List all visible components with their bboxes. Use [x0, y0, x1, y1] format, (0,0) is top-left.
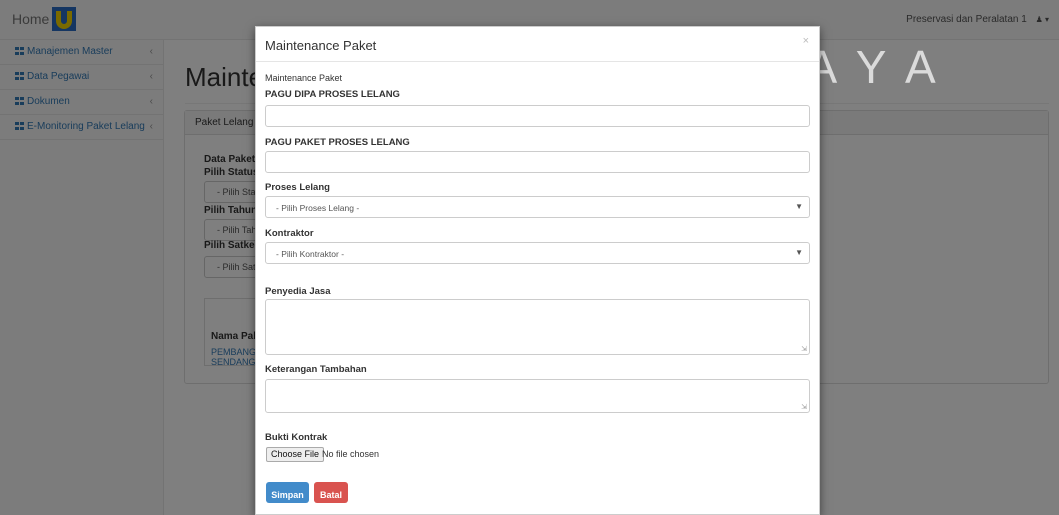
- pagu-dipa-input[interactable]: [265, 105, 810, 127]
- close-icon[interactable]: ×: [803, 35, 809, 47]
- modal-body: Maintenance Paket PAGU DIPA PROSES LELAN…: [265, 62, 810, 514]
- resize-handle-icon[interactable]: ⇲: [801, 403, 807, 411]
- keterangan-label: Keterangan Tambahan: [265, 364, 367, 375]
- penyedia-jasa-textarea[interactable]: ⇲: [265, 299, 810, 355]
- pagu-paket-input[interactable]: [265, 151, 810, 173]
- kontraktor-value: - Pilih Kontraktor -: [276, 249, 345, 259]
- resize-handle-icon[interactable]: ⇲: [801, 345, 807, 353]
- cancel-button[interactable]: Batal: [314, 482, 348, 503]
- maintenance-paket-modal: Maintenance Paket × Maintenance Paket PA…: [255, 26, 820, 515]
- kontraktor-label: Kontraktor: [265, 228, 314, 239]
- dropdown-arrow-icon: ▼: [795, 202, 803, 211]
- keterangan-textarea[interactable]: ⇲: [265, 379, 810, 413]
- pagu-dipa-label: PAGU DIPA PROSES LELANG: [265, 89, 400, 100]
- modal-header: Maintenance Paket ×: [256, 27, 819, 62]
- proses-lelang-value: - Pilih Proses Lelang -: [276, 203, 360, 213]
- kontraktor-select[interactable]: - Pilih Kontraktor - ▼: [265, 242, 810, 264]
- pagu-paket-label: PAGU PAKET PROSES LELANG: [265, 137, 410, 148]
- penyedia-jasa-label: Penyedia Jasa: [265, 286, 331, 297]
- bukti-kontrak-label: Bukti Kontrak: [265, 432, 328, 443]
- dropdown-arrow-icon: ▼: [795, 248, 803, 257]
- save-button[interactable]: Simpan: [266, 482, 309, 503]
- file-status: No file chosen: [322, 449, 380, 459]
- modal-title: Maintenance Paket: [265, 38, 377, 53]
- form-subtitle: Maintenance Paket: [265, 73, 343, 83]
- proses-lelang-label: Proses Lelang: [265, 182, 330, 193]
- choose-file-button[interactable]: Choose File: [266, 447, 325, 462]
- proses-lelang-select[interactable]: - Pilih Proses Lelang - ▼: [265, 196, 810, 218]
